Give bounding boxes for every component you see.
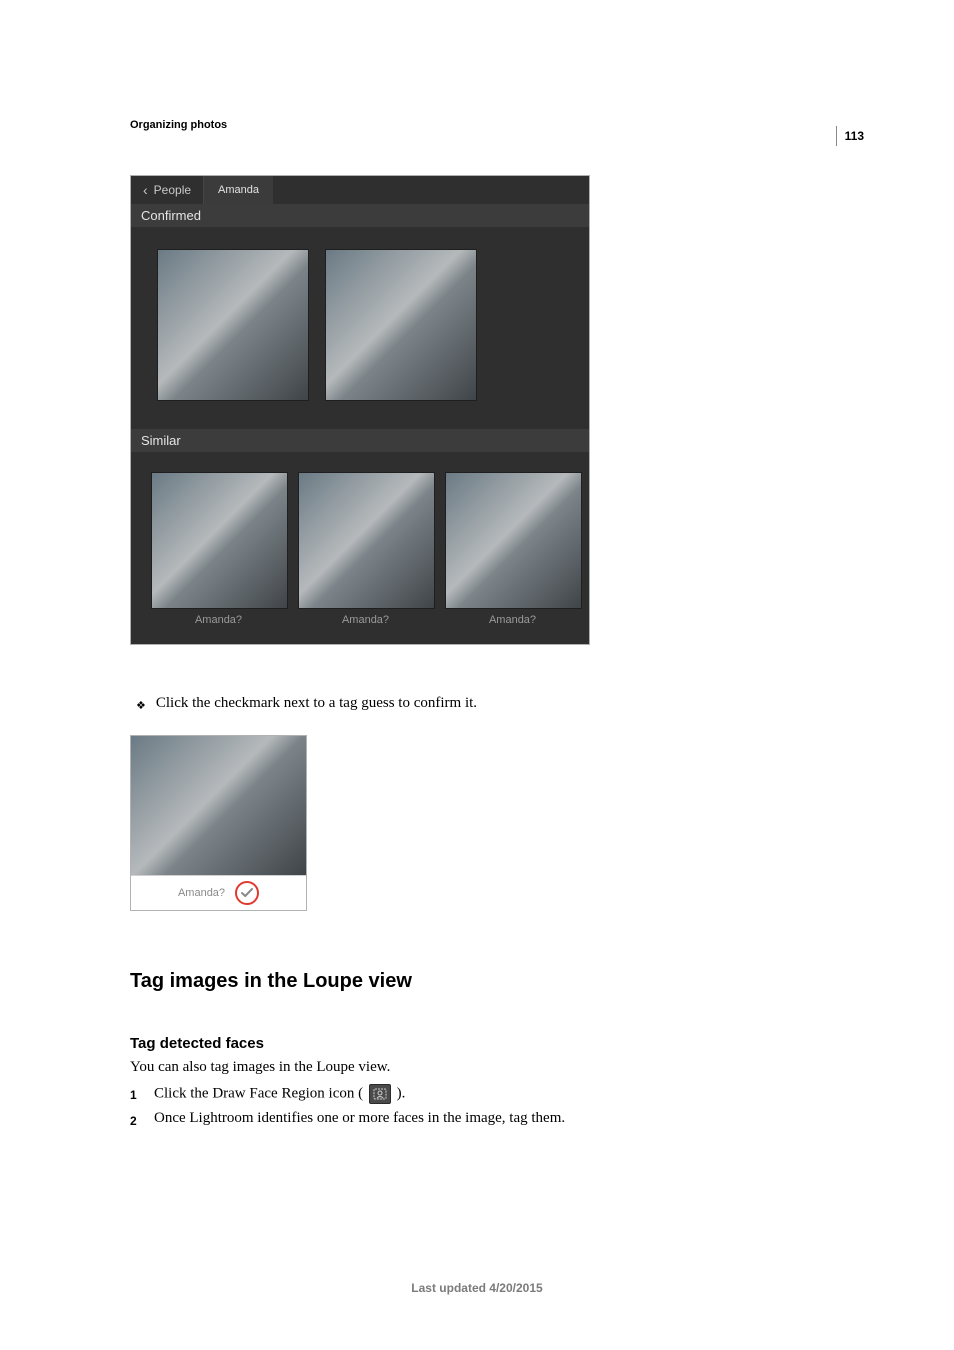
chevron-left-icon: ‹: [143, 183, 148, 197]
confirm-checkmark-icon[interactable]: [235, 881, 259, 905]
step-item: 1 Click the Draw Face Region icon ( ).: [130, 1084, 854, 1106]
face-thumbnail[interactable]: [325, 249, 477, 401]
steps-list: 1 Click the Draw Face Region icon ( ). 2…: [130, 1084, 854, 1132]
face-caption: Amanda?: [445, 609, 580, 634]
confirm-tag-screenshot: Amanda?: [130, 735, 307, 911]
confirmed-thumbnails: [131, 227, 589, 429]
step-number: 1: [130, 1084, 144, 1106]
face-thumbnail: [131, 736, 306, 876]
step-item: 2 Once Lightroom identifies one or more …: [130, 1110, 854, 1132]
section-title: Organizing photos: [130, 120, 854, 131]
screenshot-header: ‹ People Amanda: [131, 176, 589, 204]
step-number: 2: [130, 1110, 144, 1132]
face-caption: Amanda?: [298, 609, 433, 634]
similar-thumbnails: Amanda? Amanda? Amanda?: [131, 452, 589, 644]
step-text: Click the Draw Face Region icon (: [154, 1085, 363, 1101]
person-name-tab[interactable]: Amanda: [204, 176, 273, 204]
people-view-screenshot: ‹ People Amanda Confirmed Similar Amanda…: [130, 175, 590, 645]
similar-section-header: Similar: [131, 429, 589, 452]
page-number: 113: [836, 126, 864, 146]
step-text: ).: [397, 1085, 406, 1101]
bullet-icon: ❖: [136, 695, 146, 717]
face-caption: Amanda?: [178, 887, 225, 899]
face-thumbnail[interactable]: [157, 249, 309, 401]
heading-tag-images-loupe: Tag images in the Loupe view: [130, 969, 854, 993]
back-label: People: [154, 183, 191, 197]
bullet-text: Click the checkmark next to a tag guess …: [156, 695, 477, 712]
face-caption: Amanda?: [151, 609, 286, 634]
face-thumbnail[interactable]: [298, 472, 435, 609]
face-thumbnail[interactable]: [151, 472, 288, 609]
intro-text: You can also tag images in the Loupe vie…: [130, 1059, 854, 1076]
heading-tag-detected-faces: Tag detected faces: [130, 1035, 854, 1053]
back-to-people-button[interactable]: ‹ People: [131, 176, 204, 204]
page-footer: Last updated 4/20/2015: [0, 1282, 954, 1294]
confirmed-section-header: Confirmed: [131, 204, 589, 227]
draw-face-region-icon: [369, 1084, 391, 1104]
step-text: Once Lightroom identifies one or more fa…: [154, 1110, 565, 1132]
face-thumbnail[interactable]: [445, 472, 582, 609]
